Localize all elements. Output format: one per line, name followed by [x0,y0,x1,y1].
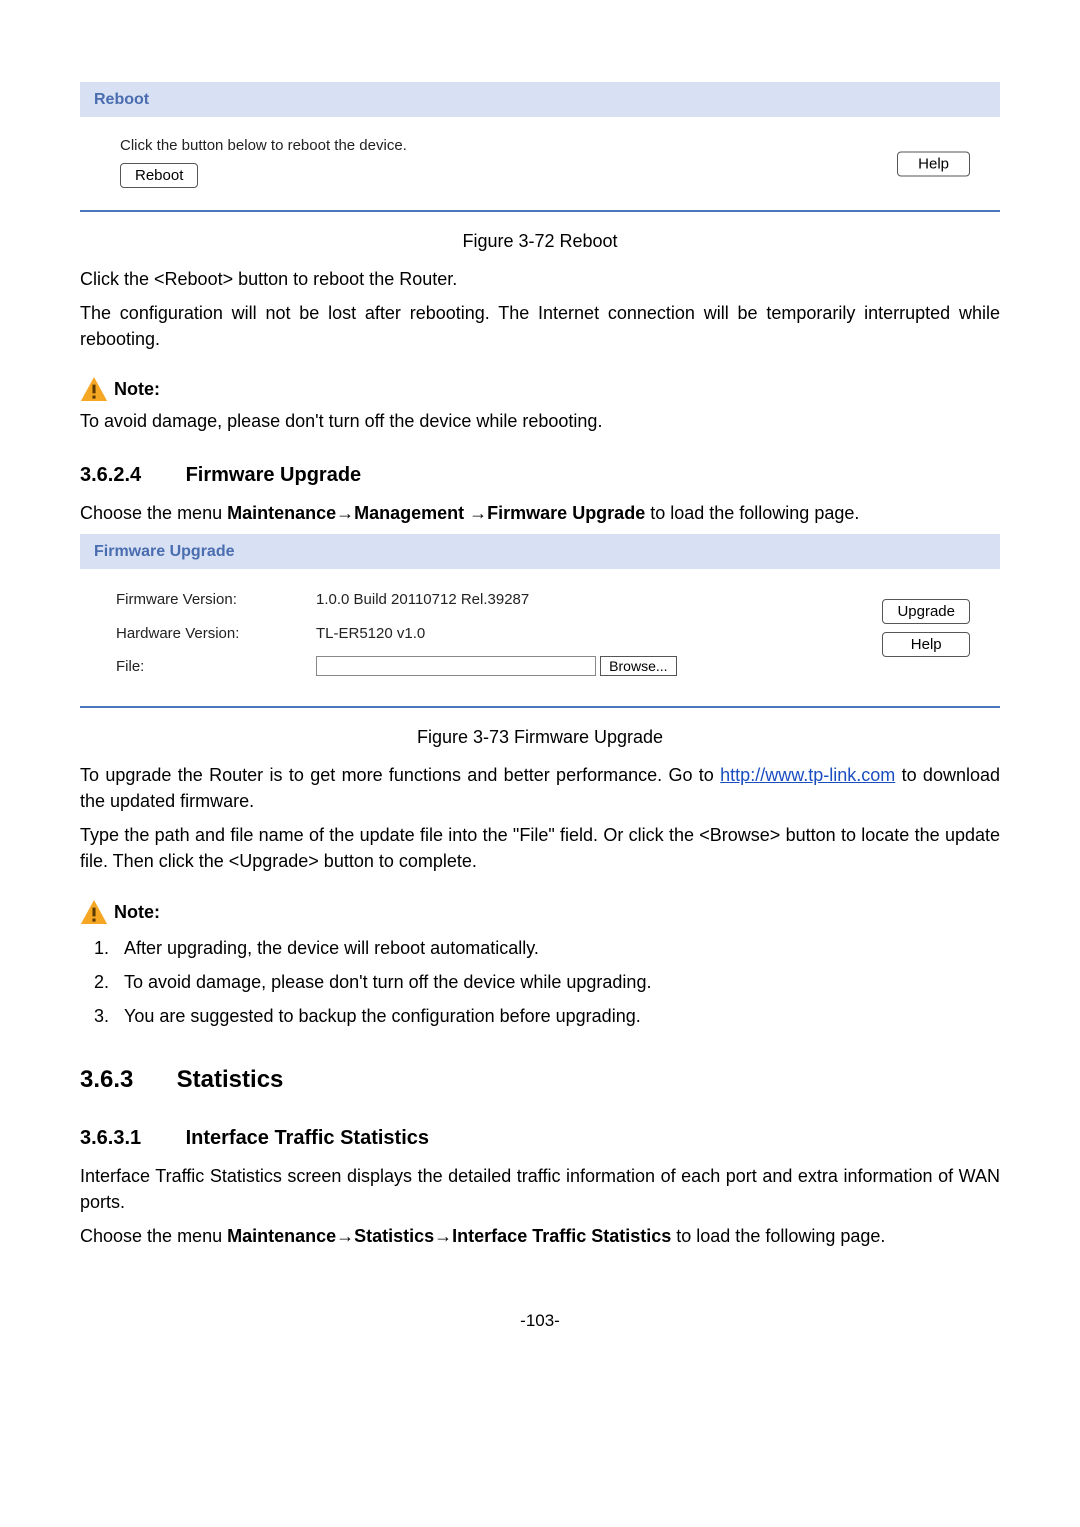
reboot-instruction: Click the button below to reboot the dev… [120,135,974,157]
list-item: After upgrading, the device will reboot … [114,931,1000,965]
help-button[interactable]: Help [897,151,970,176]
file-label: File: [116,650,316,684]
fw-version-value: 1.0.0 Build 20110712 Rel.39287 [316,583,677,617]
note-label: Note: [114,376,160,402]
firmware-panel-header: Firmware Upgrade [80,534,1000,569]
reboot-desc-1: Click the <Reboot> button to reboot the … [80,266,1000,292]
page-number: -103- [80,1309,1000,1334]
note-row-fw: Note: [80,899,1000,925]
fw-version-label: Firmware Version: [116,583,316,617]
reboot-note-text: To avoid damage, please don't turn off t… [80,408,1000,434]
fw-desc-2: Type the path and file name of the updat… [80,822,1000,874]
browse-button[interactable]: Browse... [600,656,676,676]
its-heading-number: 3.6.3.1 [80,1124,180,1153]
help-button-fw[interactable]: Help [882,632,970,657]
reboot-button[interactable]: Reboot [120,163,198,188]
upgrade-button[interactable]: Upgrade [882,599,970,624]
reboot-panel-header: Reboot [80,82,1000,117]
reboot-desc-2: The configuration will not be lost after… [80,300,1000,352]
its-heading: 3.6.3.1 Interface Traffic Statistics [80,1124,1000,1153]
file-path-input[interactable] [316,656,596,676]
warning-icon [80,900,108,924]
its-desc: Interface Traffic Statistics screen disp… [80,1163,1000,1215]
its-menu-instruction: Choose the menu Maintenance→Statistics→I… [80,1223,1000,1249]
note-row-reboot: Note: [80,376,1000,402]
fw-heading-title: Firmware Upgrade [186,464,362,486]
tp-link-url[interactable]: http://www.tp-link.com [720,765,895,785]
fw-menu-instruction: Choose the menu Maintenance→Management →… [80,500,1000,526]
its-heading-title: Interface Traffic Statistics [186,1127,429,1149]
fw-notes-list: After upgrading, the device will reboot … [80,931,1000,1033]
note-label-fw: Note: [114,899,160,925]
stats-heading-title: Statistics [177,1066,284,1093]
firmware-upgrade-heading: 3.6.2.4 Firmware Upgrade [80,461,1000,490]
warning-icon [80,377,108,401]
stats-heading-number: 3.6.3 [80,1063,170,1098]
figure-caption-reboot: Figure 3-72 Reboot [80,228,1000,254]
hw-version-label: Hardware Version: [116,617,316,651]
statistics-heading: 3.6.3 Statistics [80,1063,1000,1098]
fw-heading-number: 3.6.2.4 [80,461,180,490]
figure-caption-fw: Figure 3-73 Firmware Upgrade [80,724,1000,750]
list-item: To avoid damage, please don't turn off t… [114,965,1000,999]
reboot-panel: Reboot Click the button below to reboot … [80,82,1000,212]
firmware-panel: Firmware Upgrade Firmware Version: 1.0.0… [80,534,1000,708]
fw-desc-1: To upgrade the Router is to get more fun… [80,762,1000,814]
hw-version-value: TL-ER5120 v1.0 [316,617,677,651]
list-item: You are suggested to backup the configur… [114,999,1000,1033]
